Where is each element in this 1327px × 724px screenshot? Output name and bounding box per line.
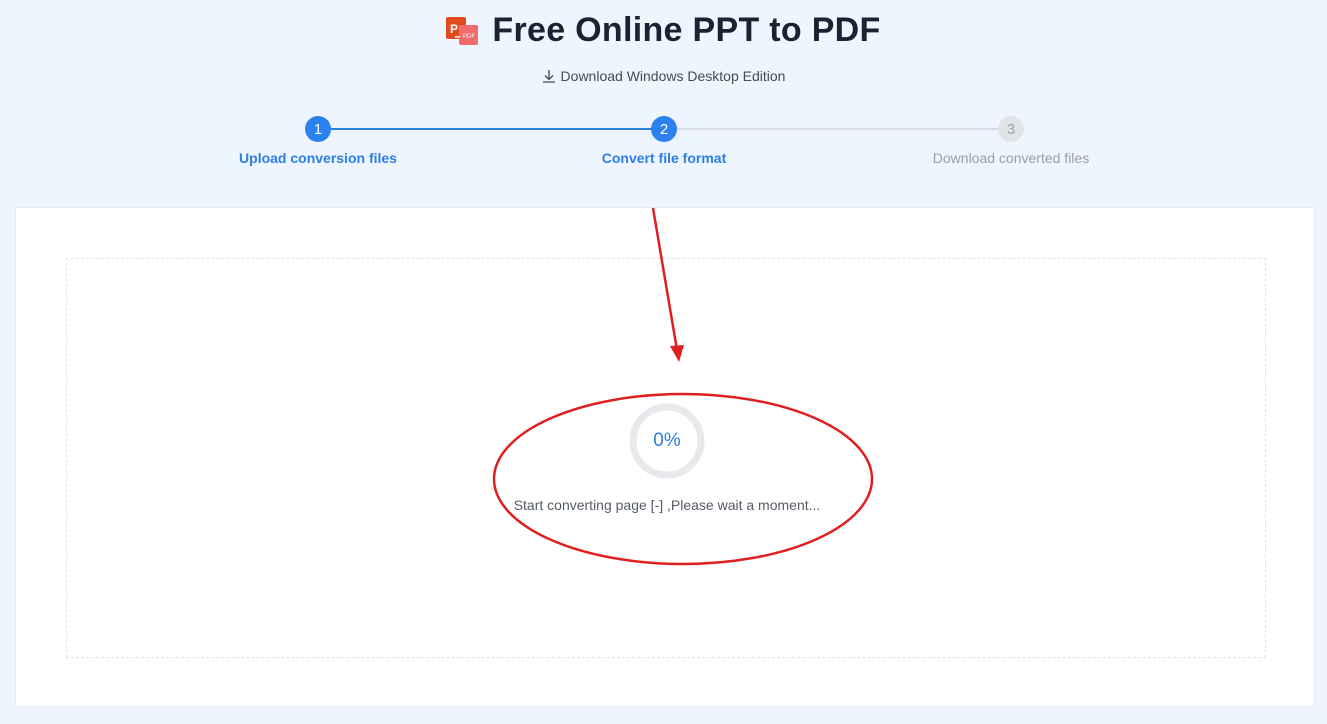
conversion-status: Start converting page [-] ,Please wait a…: [513, 497, 821, 513]
download-desktop-label: Download Windows Desktop Edition: [560, 68, 786, 84]
step-number: 3: [998, 116, 1024, 142]
step-label: Convert file format: [601, 150, 727, 166]
title-row: P PDF Free Online PPT to PDF: [0, 8, 1327, 52]
progress-percent: 0%: [653, 430, 681, 451]
step-label: Upload conversion files: [239, 150, 397, 166]
step-download: 3 Download converted files: [891, 116, 1131, 166]
page-header: P PDF Free Online PPT to PDF Download Wi…: [0, 0, 1327, 200]
progress-steps: 1 Upload conversion files 2 Convert file…: [0, 116, 1327, 176]
svg-text:P: P: [450, 22, 458, 36]
svg-text:PDF: PDF: [463, 34, 475, 40]
step-number: 1: [305, 116, 331, 142]
step-label: Download converted files: [932, 150, 1090, 166]
ppt-to-pdf-logo-icon: P PDF: [446, 13, 480, 47]
conversion-area: 0% Start converting page [-] ,Please wai…: [66, 258, 1266, 658]
step-number: 2: [651, 116, 677, 142]
step-convert: 2 Convert file format: [544, 116, 784, 166]
download-icon: [542, 69, 556, 83]
step-upload: 1 Upload conversion files: [198, 116, 438, 166]
conversion-panel: 0% Start converting page [-] ,Please wai…: [15, 207, 1315, 707]
page-title: Free Online PPT to PDF: [492, 10, 881, 49]
download-desktop-link[interactable]: Download Windows Desktop Edition: [0, 66, 1327, 86]
